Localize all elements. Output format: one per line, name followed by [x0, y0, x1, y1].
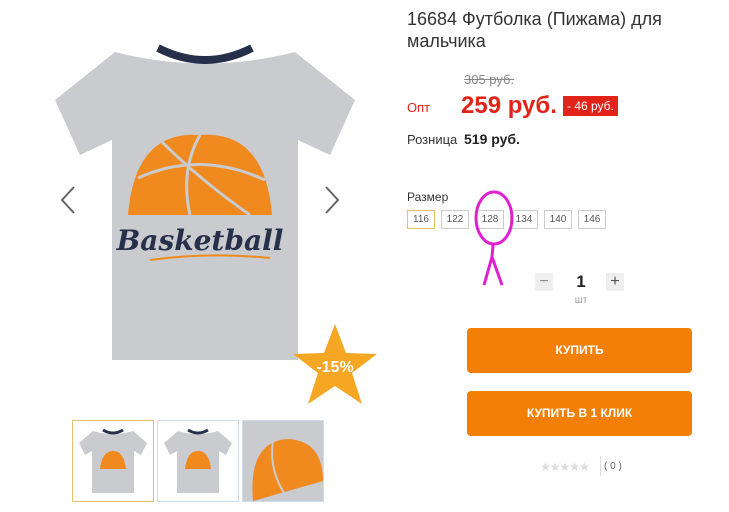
quantity-value[interactable]: 1: [566, 272, 596, 292]
quantity-increase-button[interactable]: +: [606, 273, 624, 291]
discount-star-label: -15%: [316, 359, 354, 376]
thumbnail-tshirt-icon: [164, 428, 232, 493]
size-option-134[interactable]: 134: [510, 210, 538, 229]
thumbnail-print-closeup-icon: [243, 421, 323, 501]
thumbnail-2[interactable]: [157, 420, 239, 502]
size-option-122[interactable]: 122: [441, 210, 469, 229]
next-image-arrow-icon[interactable]: [322, 185, 342, 215]
review-count[interactable]: ( 0 ): [604, 461, 622, 472]
discount-badge: - 46 руб.: [563, 96, 618, 116]
thumbnail-tshirt-icon: [79, 428, 147, 493]
svg-text:Basketball: Basketball: [116, 224, 284, 257]
size-option-128[interactable]: 128: [476, 210, 504, 229]
size-option-146[interactable]: 146: [578, 210, 606, 229]
buy-button[interactable]: КУПИТЬ: [467, 328, 692, 373]
size-option-116[interactable]: 116: [407, 210, 435, 229]
rating-stars-icon[interactable]: ★★★★★: [540, 460, 590, 474]
prev-image-arrow-icon[interactable]: [58, 185, 78, 215]
wholesale-price: 259 руб.: [461, 92, 557, 119]
discount-star-badge: -15%: [290, 320, 380, 410]
product-title: 16684 Футболка (Пижама) для мальчика: [407, 9, 662, 51]
size-label: Размер: [407, 190, 449, 204]
thumbnail-1[interactable]: [72, 420, 154, 502]
product-main-image[interactable]: Basketball: [40, 30, 370, 370]
size-option-140[interactable]: 140: [544, 210, 572, 229]
old-price: 305 руб.: [464, 72, 515, 87]
rating-divider: [600, 456, 601, 476]
buy-one-click-button[interactable]: КУПИТЬ В 1 КЛИК: [467, 391, 692, 436]
quantity-decrease-button[interactable]: −: [535, 273, 553, 291]
thumbnail-3[interactable]: [242, 420, 324, 502]
retail-label: Розница: [407, 132, 458, 147]
quantity-unit: шт: [574, 295, 588, 306]
wholesale-label: Опт: [407, 100, 431, 115]
hand-drawn-annotation-icon: [474, 190, 514, 286]
product-gallery: Basketball -15%: [0, 0, 400, 512]
retail-price: 519 руб.: [464, 131, 520, 147]
